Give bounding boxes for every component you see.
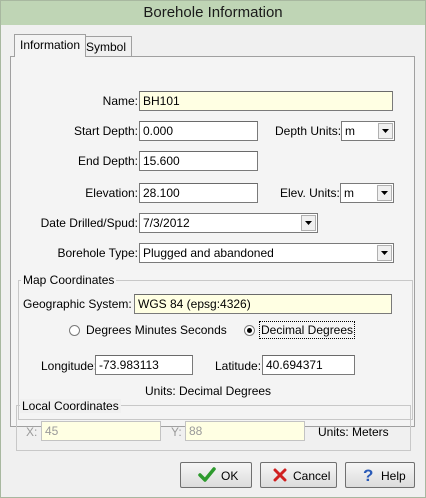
start-depth-label: Start Depth:: [73, 124, 138, 138]
elev-units-label: Elev. Units:: [280, 186, 340, 200]
degrees-minutes-seconds-label[interactable]: Degrees Minutes Seconds: [86, 323, 227, 337]
help-button[interactable]: ? Help: [345, 462, 415, 488]
radio-selected-dot: [247, 328, 252, 333]
checkmark-icon: [198, 467, 216, 486]
local-units-text: Units: Meters: [318, 425, 389, 439]
chevron-down-icon[interactable]: [301, 215, 316, 231]
local-coordinates-title: Local Coordinates: [20, 399, 121, 413]
help-button-label: Help: [381, 469, 406, 483]
information-panel: Name: BH101 Start Depth: 0.000 Depth Uni…: [10, 56, 415, 427]
borehole-type-label: Borehole Type:: [57, 246, 138, 260]
chevron-down-icon[interactable]: [377, 245, 392, 261]
ok-button-label: OK: [221, 469, 239, 483]
svg-text:?: ?: [363, 466, 373, 484]
chevron-down-icon[interactable]: [377, 185, 392, 201]
local-x-field[interactable]: 45: [41, 421, 161, 441]
tab-information[interactable]: Information: [14, 34, 87, 57]
name-label: Name:: [102, 94, 138, 108]
cancel-button-label: Cancel: [293, 469, 331, 483]
start-depth-field[interactable]: 0.000: [139, 121, 258, 141]
geographic-system-field[interactable]: WGS 84 (epsg:4326): [134, 294, 392, 314]
name-field[interactable]: BH101: [139, 91, 393, 111]
depth-units-select[interactable]: m: [341, 121, 395, 141]
elev-units-select[interactable]: m: [340, 183, 394, 203]
elevation-field[interactable]: 28.100: [139, 183, 258, 203]
date-drilled-label: Date Drilled/Spud:: [40, 216, 138, 230]
close-icon: [273, 468, 287, 485]
borehole-type-value: Plugged and abandoned: [143, 246, 274, 260]
borehole-type-select[interactable]: Plugged and abandoned: [139, 243, 394, 263]
window-title: Borehole Information: [1, 1, 425, 25]
date-drilled-value: 7/3/2012: [143, 216, 190, 230]
local-y-field[interactable]: 88: [185, 421, 305, 441]
latitude-label: Latitude:: [215, 359, 262, 373]
map-units-text: Units: Decimal Degrees: [145, 384, 272, 398]
dialog-body: Information Symbol Name: BH101 Start Dep…: [7, 25, 419, 493]
local-y-label: Y:: [171, 425, 182, 439]
depth-units-label: Depth Units:: [275, 124, 342, 138]
date-drilled-picker[interactable]: 7/3/2012: [139, 213, 318, 233]
latitude-field[interactable]: 40.694371: [262, 355, 355, 375]
geographic-system-label: Geographic System:: [23, 297, 132, 311]
tab-symbol[interactable]: Symbol: [80, 36, 133, 56]
cancel-button[interactable]: Cancel: [260, 462, 337, 488]
decimal-degrees-label[interactable]: Decimal Degrees: [258, 321, 356, 339]
elev-units-value: m: [344, 186, 354, 200]
chevron-down-icon[interactable]: [378, 123, 393, 139]
end-depth-label: End Depth:: [77, 154, 138, 168]
borehole-information-dialog: Borehole Information Information Symbol …: [0, 0, 426, 498]
radio-decimal-degrees[interactable]: [244, 325, 255, 336]
longitude-label: Longitude:: [41, 359, 98, 373]
local-x-label: X:: [26, 425, 38, 439]
radio-degrees-minutes-seconds[interactable]: [69, 325, 80, 336]
longitude-field[interactable]: -73.983113: [95, 355, 193, 375]
depth-units-value: m: [345, 124, 355, 138]
end-depth-field[interactable]: 15.600: [139, 151, 258, 171]
ok-button[interactable]: OK: [180, 462, 252, 488]
map-coordinates-title: Map Coordinates: [21, 273, 117, 287]
elevation-label: Elevation:: [85, 186, 138, 200]
question-mark-icon: ?: [362, 466, 376, 487]
